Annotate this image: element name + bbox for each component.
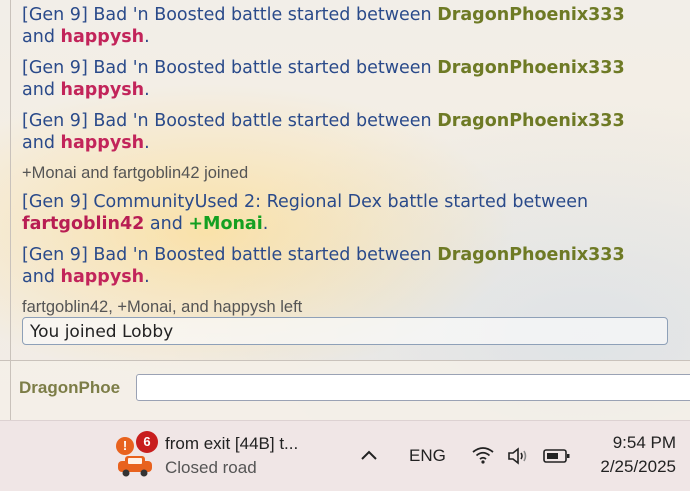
username-link[interactable]: +Monai bbox=[188, 214, 262, 234]
message-text: [Gen 9] Bad 'n Boosted battle started be… bbox=[22, 111, 438, 131]
system-clock[interactable]: 9:54 PM 2/25/2025 bbox=[600, 431, 676, 479]
username-link[interactable]: DragonPhoenix333 bbox=[437, 5, 624, 25]
chat-input[interactable] bbox=[136, 374, 690, 401]
username-link[interactable]: happysh bbox=[61, 267, 145, 287]
message-text: [Gen 9] Bad 'n Boosted battle started be… bbox=[22, 245, 438, 265]
username-link[interactable]: happysh bbox=[61, 27, 145, 47]
join-notice: +Monai and fartgoblin42 joined bbox=[22, 164, 249, 182]
language-indicator[interactable]: ENG bbox=[409, 421, 446, 491]
message-text: . bbox=[262, 214, 269, 234]
message-text: [Gen 9] CommunityUsed 2: Regional Dex ba… bbox=[22, 192, 589, 212]
taskbar: ! 6 from exit [44B] t... Closed road ENG… bbox=[0, 420, 690, 491]
chat-left-border bbox=[10, 0, 11, 420]
message-text: and bbox=[22, 133, 61, 153]
message-text: and bbox=[22, 267, 61, 287]
message-text: and bbox=[22, 27, 61, 47]
message-text: and bbox=[144, 214, 189, 234]
message-text: and bbox=[22, 80, 61, 100]
username-link[interactable]: DragonPhoenix333 bbox=[437, 58, 624, 78]
chat-message: [Gen 9] Bad 'n Boosted battle started be… bbox=[22, 4, 682, 48]
username-link[interactable]: happysh bbox=[61, 133, 145, 153]
message-text: . bbox=[144, 267, 150, 287]
notification-title: from exit [44B] t... bbox=[165, 434, 299, 453]
message-text: [Gen 9] Bad 'n Boosted battle started be… bbox=[22, 58, 438, 78]
volume-icon[interactable] bbox=[506, 446, 532, 466]
message-text: . bbox=[144, 27, 150, 47]
wifi-icon[interactable] bbox=[471, 445, 495, 465]
battery-icon[interactable] bbox=[543, 448, 571, 464]
clock-date: 2/25/2025 bbox=[600, 457, 676, 476]
notification-badge: 6 bbox=[136, 431, 158, 453]
message-list: [Gen 9] Bad 'n Boosted battle started be… bbox=[22, 4, 682, 325]
clock-time: 9:54 PM bbox=[612, 433, 676, 452]
compose-bar: DragonPhoe bbox=[0, 360, 690, 421]
warning-icon: ! bbox=[116, 437, 134, 455]
notification-subtitle: Closed road bbox=[165, 458, 257, 477]
message-text: [Gen 9] Bad 'n Boosted battle started be… bbox=[22, 5, 438, 25]
chevron-up-icon[interactable] bbox=[360, 449, 378, 461]
chat-log: [Gen 9] Bad 'n Boosted battle started be… bbox=[0, 0, 690, 420]
chat-message: [Gen 9] Bad 'n Boosted battle started be… bbox=[22, 57, 682, 101]
car-icon bbox=[118, 456, 152, 477]
username-link[interactable]: DragonPhoenix333 bbox=[437, 111, 624, 131]
taskbar-notification-app[interactable]: ! 6 from exit [44B] t... Closed road bbox=[112, 429, 312, 483]
compose-left-border bbox=[10, 361, 11, 421]
chat-message: [Gen 9] CommunityUsed 2: Regional Dex ba… bbox=[22, 191, 682, 235]
chat-message: [Gen 9] Bad 'n Boosted battle started be… bbox=[22, 244, 682, 288]
message-text: . bbox=[144, 80, 150, 100]
username-link[interactable]: DragonPhoenix333 bbox=[437, 245, 624, 265]
username-link[interactable]: fartgoblin42 bbox=[22, 214, 144, 234]
chat-message: [Gen 9] Bad 'n Boosted battle started be… bbox=[22, 110, 682, 154]
message-text: . bbox=[144, 133, 150, 153]
joined-lobby-notice: You joined Lobby bbox=[22, 317, 668, 345]
username-link[interactable]: happysh bbox=[61, 80, 145, 100]
leave-notice: fartgoblin42, +Monai, and happysh left bbox=[22, 298, 303, 316]
current-username[interactable]: DragonPhoe bbox=[19, 378, 120, 398]
